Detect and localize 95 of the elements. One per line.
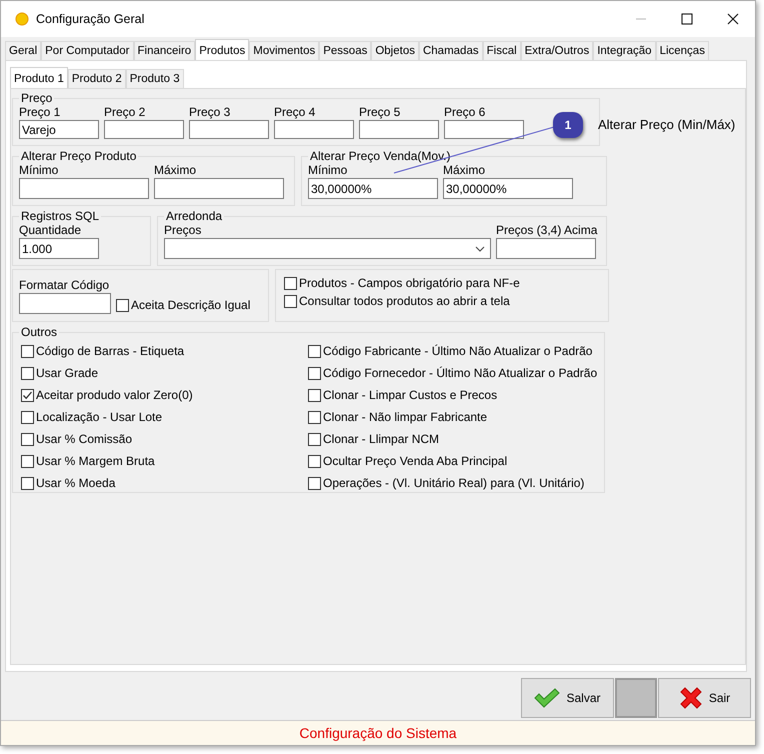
input-field[interactable] — [154, 178, 284, 199]
status-text: Configuração do Sistema — [299, 725, 457, 741]
checkbox[interactable] — [21, 410, 34, 424]
checkbox-label: Ocultar Preço Venda Aba Principal — [323, 454, 508, 468]
checkbox-label: Produtos - Campos obrigatório para NF-e — [299, 276, 520, 290]
checkbox[interactable] — [308, 366, 321, 380]
checkbox-label: Usar % Margem Bruta — [36, 454, 155, 468]
cross-icon — [678, 686, 703, 710]
tab[interactable]: Objetos — [371, 41, 419, 60]
input-field[interactable] — [19, 293, 111, 314]
input-field[interactable] — [496, 238, 596, 259]
save-button[interactable]: Salvar — [521, 678, 614, 718]
checkbox[interactable] — [21, 388, 34, 402]
checkbox[interactable] — [308, 476, 321, 490]
checkbox[interactable] — [21, 344, 34, 358]
callout-text: Alterar Preço (Min/Máx) — [598, 117, 736, 132]
tab[interactable]: Por Computador — [41, 41, 134, 60]
group-title: Preço — [20, 91, 54, 105]
step-badge: 1 — [553, 112, 583, 138]
checkbox-label: Usar % Comissão — [36, 432, 132, 446]
checkmark-icon — [534, 688, 560, 708]
checkbox-label: Usar Grade — [36, 366, 98, 380]
group-title: Outros — [20, 325, 58, 339]
checkbox[interactable] — [308, 344, 321, 358]
checkbox[interactable] — [308, 410, 321, 424]
field-label: Preço 3 — [189, 105, 232, 120]
checkbox[interactable] — [308, 388, 321, 402]
field-label: Preço 4 — [274, 105, 316, 120]
checkbox-label: Operações - (Vl. Unitário Real) para (Vl. Unitário) — [323, 476, 584, 490]
tab[interactable]: Produto 2 — [68, 69, 126, 88]
input-field[interactable] — [189, 120, 269, 139]
tab[interactable]: Produtos — [195, 39, 250, 60]
input-field[interactable] — [444, 120, 524, 139]
checkbox[interactable] — [21, 476, 34, 490]
field-label: Máximo — [443, 163, 486, 178]
field-label: Preços (3,4) Acima — [496, 223, 598, 238]
checkbox-label: Clonar - Limpar Custos e Precos — [323, 388, 498, 402]
input-field[interactable]: 30,00000% — [443, 178, 573, 199]
tab[interactable]: Movimentos — [249, 41, 320, 60]
exit-button[interactable]: Sair — [658, 678, 751, 718]
dropdown[interactable] — [164, 238, 491, 259]
field-label: Mínimo — [19, 163, 60, 178]
group-title: Arredonda — [165, 209, 224, 223]
input-field[interactable] — [104, 120, 184, 139]
chevron-down-icon — [475, 246, 485, 252]
tab[interactable]: Geral — [5, 41, 42, 60]
checkbox-label: Aceita Descrição Igual — [131, 298, 250, 312]
checkbox[interactable] — [21, 366, 34, 380]
tab[interactable]: Licenças — [656, 41, 709, 60]
maximize-icon[interactable] — [681, 13, 693, 25]
checkbox[interactable] — [116, 298, 129, 312]
input-field[interactable]: 1.000 — [19, 238, 99, 259]
checkbox[interactable] — [284, 294, 297, 308]
checkbox-label: Aceitar produdo valor Zero(0) — [36, 388, 193, 402]
checkbox-label: Código Fornecedor - Último Não Atualizar o Padrão — [323, 366, 598, 380]
checkbox-label: Usar % Moeda — [36, 476, 116, 490]
field-label: Preço 2 — [104, 105, 146, 120]
group-title: Registros SQL — [20, 209, 100, 223]
field-label: Preço 5 — [359, 105, 402, 120]
tab[interactable]: Produto 3 — [126, 69, 184, 88]
tab[interactable]: Produto 1 — [10, 67, 68, 88]
checkbox[interactable] — [308, 454, 321, 468]
field-label: Quantidade — [19, 223, 82, 238]
checkbox[interactable] — [284, 276, 297, 290]
field-label: Mínimo — [308, 163, 348, 178]
checkbox-label: Consultar todos produtos ao abrir a tela — [299, 294, 510, 308]
tab[interactable]: Fiscal — [482, 41, 521, 60]
checkbox-label: Clonar - Não limpar Fabricante — [323, 410, 488, 424]
field-label: Preço 6 — [444, 105, 486, 120]
checkbox-label: Código Fabricante - Último Não Atualizar o Padrão — [323, 344, 592, 358]
tab[interactable]: Financeiro — [134, 41, 196, 60]
input-field[interactable] — [274, 120, 354, 139]
tab[interactable]: Integração — [593, 41, 656, 60]
input-field[interactable]: 30,00000% — [308, 178, 438, 199]
group-title: Alterar Preço Produto — [20, 149, 138, 163]
tab[interactable]: Extra/Outros — [520, 41, 594, 60]
checkbox-label: Localização - Usar Lote — [36, 410, 162, 424]
input-field[interactable] — [359, 120, 439, 139]
field-label: Preços — [164, 223, 202, 238]
field-label: Formatar Código — [19, 278, 110, 293]
sun-icon — [15, 12, 29, 26]
input-field[interactable] — [19, 178, 149, 199]
checkbox-label: Código de Barras - Etiqueta — [36, 344, 184, 358]
close-icon[interactable] — [727, 13, 739, 25]
field-label: Máximo — [154, 163, 198, 178]
checkbox[interactable] — [21, 432, 34, 446]
input-field[interactable]: Varejo — [19, 120, 99, 139]
checkbox[interactable] — [308, 432, 321, 446]
field-label: Preço 1 — [19, 105, 62, 120]
checkbox[interactable] — [21, 454, 34, 468]
window-title: Configuração Geral — [36, 12, 144, 26]
checkbox-label: Clonar - Llimpar NCM — [323, 432, 440, 446]
group-title: Alterar Preço Venda(Mov.) — [309, 149, 452, 163]
tab[interactable]: Chamadas — [418, 41, 483, 60]
tab[interactable]: Pessoas — [319, 41, 372, 60]
